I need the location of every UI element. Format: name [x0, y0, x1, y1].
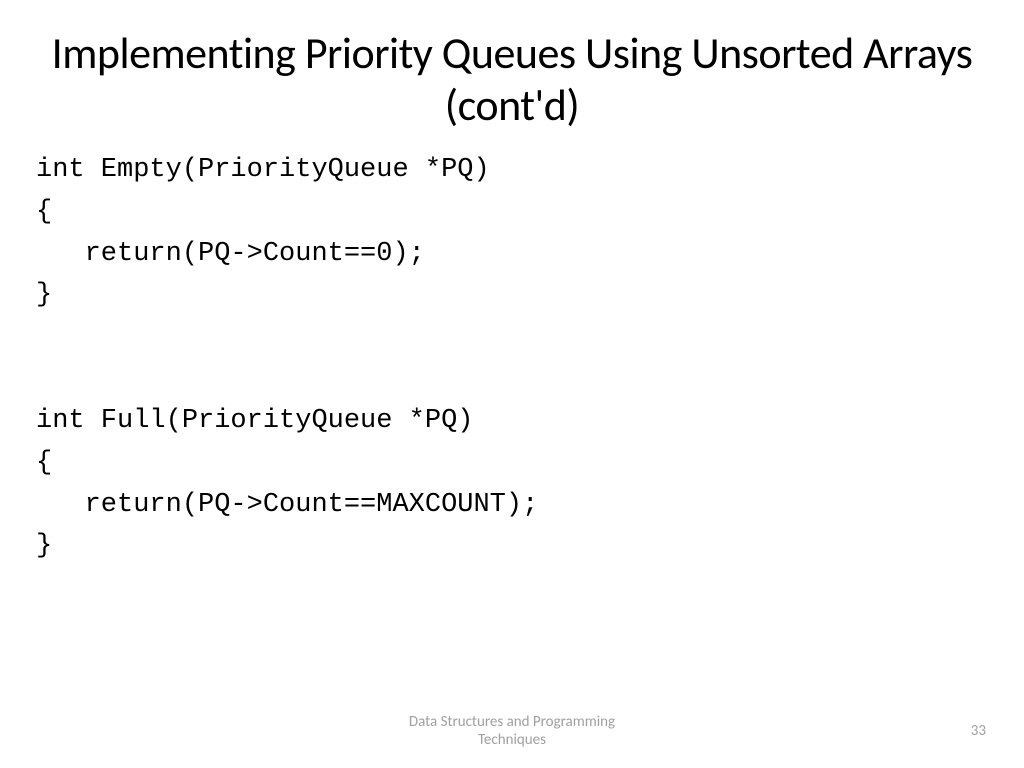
code-line: } — [36, 526, 1024, 568]
page-number: 33 — [971, 722, 986, 740]
footer-line-2: Techniques — [409, 731, 615, 750]
slide-title: Implementing Priority Queues Using Unsor… — [0, 0, 1024, 132]
code-line: return(PQ->Count==MAXCOUNT); — [36, 485, 1024, 527]
footer-text: Data Structures and Programming Techniqu… — [409, 713, 615, 751]
code-line: } — [36, 275, 1024, 317]
code-line: int Empty(PriorityQueue *PQ) — [36, 150, 1024, 192]
code-line: int Full(PriorityQueue *PQ) — [36, 401, 1024, 443]
footer-line-1: Data Structures and Programming — [409, 713, 615, 732]
code-line: { — [36, 192, 1024, 234]
footer: Data Structures and Programming Techniqu… — [0, 713, 1024, 751]
code-block: int Empty(PriorityQueue *PQ) { return(PQ… — [0, 132, 1024, 568]
code-line: return(PQ->Count==0); — [36, 234, 1024, 276]
code-line — [36, 359, 1024, 401]
code-line — [36, 317, 1024, 359]
code-line: { — [36, 443, 1024, 485]
